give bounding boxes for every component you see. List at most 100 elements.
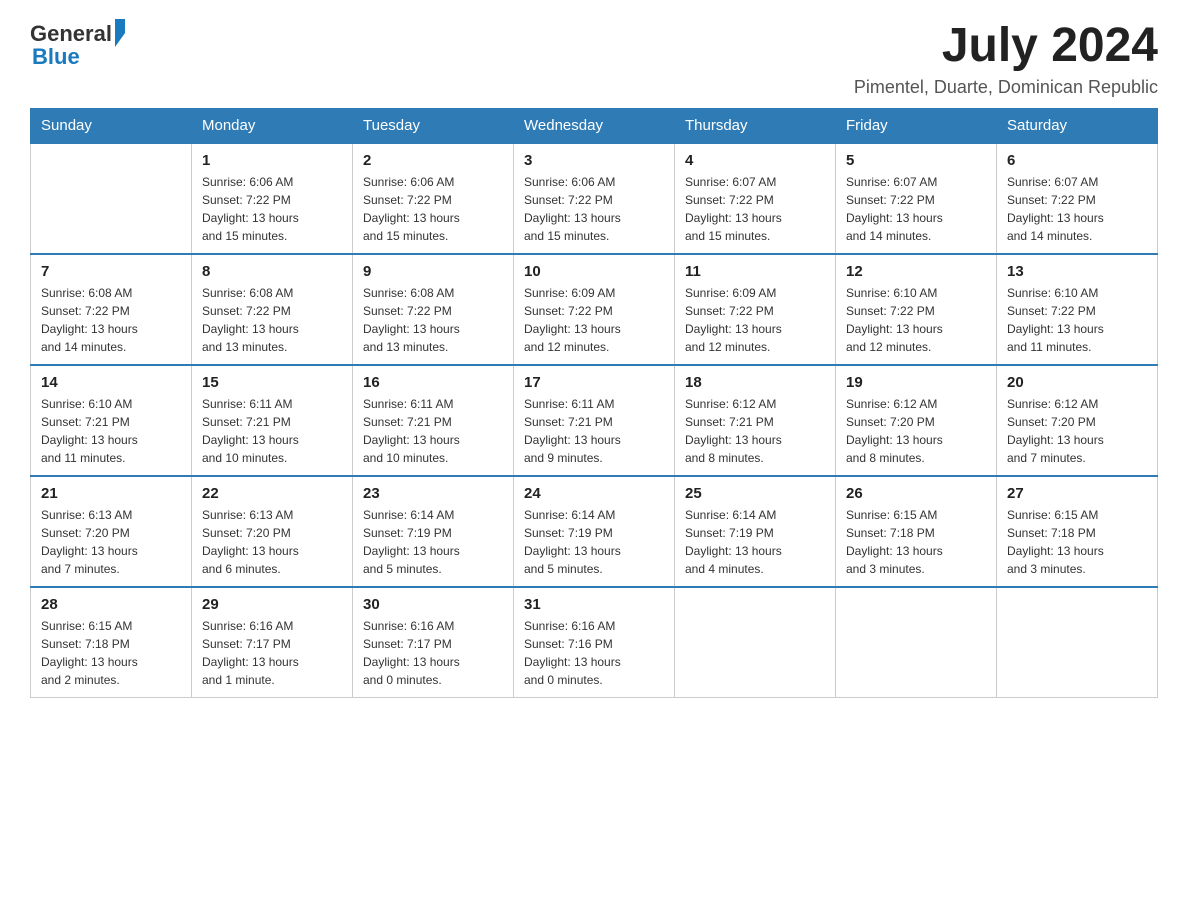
day-info-text: Sunrise: 6:15 AM Sunset: 7:18 PM Dayligh…	[41, 617, 181, 689]
calendar-cell: 3 Sunrise: 6:06 AM Sunset: 7:22 PM Daylig…	[514, 143, 675, 254]
month-year-title: July 2024	[854, 20, 1158, 73]
calendar-cell	[836, 587, 997, 698]
day-info-text: Sunrise: 6:07 AM Sunset: 7:22 PM Dayligh…	[1007, 173, 1147, 245]
day-info-text: Sunrise: 6:13 AM Sunset: 7:20 PM Dayligh…	[41, 506, 181, 578]
day-number: 22	[202, 485, 342, 502]
title-area: July 2024 Pimentel, Duarte, Dominican Re…	[854, 20, 1158, 98]
day-number: 4	[685, 152, 825, 169]
day-number: 28	[41, 596, 181, 613]
day-number: 13	[1007, 263, 1147, 280]
day-number: 15	[202, 374, 342, 391]
day-number: 25	[685, 485, 825, 502]
day-number: 31	[524, 596, 664, 613]
calendar-cell: 31 Sunrise: 6:16 AM Sunset: 7:16 PM Dayli…	[514, 587, 675, 698]
day-info-text: Sunrise: 6:10 AM Sunset: 7:22 PM Dayligh…	[1007, 284, 1147, 356]
weekday-header-wednesday: Wednesday	[514, 108, 675, 143]
day-info-text: Sunrise: 6:09 AM Sunset: 7:22 PM Dayligh…	[524, 284, 664, 356]
day-number: 14	[41, 374, 181, 391]
day-info-text: Sunrise: 6:07 AM Sunset: 7:22 PM Dayligh…	[685, 173, 825, 245]
weekday-header-tuesday: Tuesday	[353, 108, 514, 143]
day-info-text: Sunrise: 6:06 AM Sunset: 7:22 PM Dayligh…	[202, 173, 342, 245]
day-info-text: Sunrise: 6:12 AM Sunset: 7:20 PM Dayligh…	[846, 395, 986, 467]
weekday-header-saturday: Saturday	[997, 108, 1158, 143]
calendar-week-row: 28 Sunrise: 6:15 AM Sunset: 7:18 PM Dayli…	[31, 587, 1158, 698]
day-info-text: Sunrise: 6:11 AM Sunset: 7:21 PM Dayligh…	[202, 395, 342, 467]
day-info-text: Sunrise: 6:15 AM Sunset: 7:18 PM Dayligh…	[1007, 506, 1147, 578]
calendar-cell: 19 Sunrise: 6:12 AM Sunset: 7:20 PM Dayli…	[836, 365, 997, 476]
day-number: 9	[363, 263, 503, 280]
calendar-week-row: 1 Sunrise: 6:06 AM Sunset: 7:22 PM Daylig…	[31, 143, 1158, 254]
calendar-cell: 25 Sunrise: 6:14 AM Sunset: 7:19 PM Dayli…	[675, 476, 836, 587]
day-number: 26	[846, 485, 986, 502]
weekday-header-monday: Monday	[192, 108, 353, 143]
day-info-text: Sunrise: 6:11 AM Sunset: 7:21 PM Dayligh…	[363, 395, 503, 467]
day-info-text: Sunrise: 6:11 AM Sunset: 7:21 PM Dayligh…	[524, 395, 664, 467]
day-info-text: Sunrise: 6:16 AM Sunset: 7:17 PM Dayligh…	[202, 617, 342, 689]
weekday-header-friday: Friday	[836, 108, 997, 143]
day-number: 30	[363, 596, 503, 613]
calendar-cell: 1 Sunrise: 6:06 AM Sunset: 7:22 PM Daylig…	[192, 143, 353, 254]
day-info-text: Sunrise: 6:06 AM Sunset: 7:22 PM Dayligh…	[524, 173, 664, 245]
weekday-header-thursday: Thursday	[675, 108, 836, 143]
day-number: 29	[202, 596, 342, 613]
day-info-text: Sunrise: 6:10 AM Sunset: 7:21 PM Dayligh…	[41, 395, 181, 467]
calendar-cell: 20Sunrise: 6:12 AM Sunset: 7:20 PM Dayli…	[997, 365, 1158, 476]
calendar-cell: 30Sunrise: 6:16 AM Sunset: 7:17 PM Dayli…	[353, 587, 514, 698]
calendar-cell	[675, 587, 836, 698]
day-info-text: Sunrise: 6:08 AM Sunset: 7:22 PM Dayligh…	[363, 284, 503, 356]
day-number: 27	[1007, 485, 1147, 502]
day-number: 8	[202, 263, 342, 280]
day-number: 3	[524, 152, 664, 169]
calendar-week-row: 21Sunrise: 6:13 AM Sunset: 7:20 PM Dayli…	[31, 476, 1158, 587]
day-number: 1	[202, 152, 342, 169]
calendar-cell: 27 Sunrise: 6:15 AM Sunset: 7:18 PM Dayli…	[997, 476, 1158, 587]
day-info-text: Sunrise: 6:08 AM Sunset: 7:22 PM Dayligh…	[202, 284, 342, 356]
day-info-text: Sunrise: 6:14 AM Sunset: 7:19 PM Dayligh…	[685, 506, 825, 578]
day-info-text: Sunrise: 6:15 AM Sunset: 7:18 PM Dayligh…	[846, 506, 986, 578]
day-number: 12	[846, 263, 986, 280]
logo-triangle-icon	[115, 19, 125, 47]
calendar-cell: 11Sunrise: 6:09 AM Sunset: 7:22 PM Dayli…	[675, 254, 836, 365]
calendar-cell: 28 Sunrise: 6:15 AM Sunset: 7:18 PM Dayli…	[31, 587, 192, 698]
day-number: 10	[524, 263, 664, 280]
logo-blue-text: Blue	[32, 44, 80, 70]
day-number: 18	[685, 374, 825, 391]
day-info-text: Sunrise: 6:16 AM Sunset: 7:16 PM Dayligh…	[524, 617, 664, 689]
day-info-text: Sunrise: 6:14 AM Sunset: 7:19 PM Dayligh…	[524, 506, 664, 578]
day-number: 5	[846, 152, 986, 169]
calendar-cell: 6 Sunrise: 6:07 AM Sunset: 7:22 PM Daylig…	[997, 143, 1158, 254]
day-number: 19	[846, 374, 986, 391]
calendar-cell: 4 Sunrise: 6:07 AM Sunset: 7:22 PM Daylig…	[675, 143, 836, 254]
day-number: 6	[1007, 152, 1147, 169]
page-header: General Blue July 2024 Pimentel, Duarte,…	[30, 20, 1158, 98]
calendar-cell: 12 Sunrise: 6:10 AM Sunset: 7:22 PM Dayli…	[836, 254, 997, 365]
calendar-cell: 10 Sunrise: 6:09 AM Sunset: 7:22 PM Dayli…	[514, 254, 675, 365]
day-number: 17	[524, 374, 664, 391]
logo: General Blue	[30, 20, 125, 70]
day-info-text: Sunrise: 6:08 AM Sunset: 7:22 PM Dayligh…	[41, 284, 181, 356]
location-subtitle: Pimentel, Duarte, Dominican Republic	[854, 77, 1158, 98]
day-info-text: Sunrise: 6:13 AM Sunset: 7:20 PM Dayligh…	[202, 506, 342, 578]
calendar-cell	[997, 587, 1158, 698]
day-number: 2	[363, 152, 503, 169]
day-info-text: Sunrise: 6:09 AM Sunset: 7:22 PM Dayligh…	[685, 284, 825, 356]
calendar-week-row: 14 Sunrise: 6:10 AM Sunset: 7:21 PM Dayli…	[31, 365, 1158, 476]
calendar-cell: 16Sunrise: 6:11 AM Sunset: 7:21 PM Dayli…	[353, 365, 514, 476]
calendar-cell: 21Sunrise: 6:13 AM Sunset: 7:20 PM Dayli…	[31, 476, 192, 587]
calendar-cell: 29 Sunrise: 6:16 AM Sunset: 7:17 PM Dayli…	[192, 587, 353, 698]
day-info-text: Sunrise: 6:12 AM Sunset: 7:20 PM Dayligh…	[1007, 395, 1147, 467]
calendar-cell: 8 Sunrise: 6:08 AM Sunset: 7:22 PM Daylig…	[192, 254, 353, 365]
day-info-text: Sunrise: 6:14 AM Sunset: 7:19 PM Dayligh…	[363, 506, 503, 578]
day-info-text: Sunrise: 6:10 AM Sunset: 7:22 PM Dayligh…	[846, 284, 986, 356]
calendar-table: SundayMondayTuesdayWednesdayThursdayFrid…	[30, 108, 1158, 698]
calendar-cell	[31, 143, 192, 254]
day-info-text: Sunrise: 6:06 AM Sunset: 7:22 PM Dayligh…	[363, 173, 503, 245]
calendar-cell: 22 Sunrise: 6:13 AM Sunset: 7:20 PM Dayli…	[192, 476, 353, 587]
calendar-cell: 24 Sunrise: 6:14 AM Sunset: 7:19 PM Dayli…	[514, 476, 675, 587]
calendar-week-row: 7Sunrise: 6:08 AM Sunset: 7:22 PM Daylig…	[31, 254, 1158, 365]
calendar-cell: 7Sunrise: 6:08 AM Sunset: 7:22 PM Daylig…	[31, 254, 192, 365]
calendar-cell: 5Sunrise: 6:07 AM Sunset: 7:22 PM Daylig…	[836, 143, 997, 254]
day-number: 24	[524, 485, 664, 502]
calendar-cell: 17 Sunrise: 6:11 AM Sunset: 7:21 PM Dayli…	[514, 365, 675, 476]
calendar-cell: 26 Sunrise: 6:15 AM Sunset: 7:18 PM Dayli…	[836, 476, 997, 587]
